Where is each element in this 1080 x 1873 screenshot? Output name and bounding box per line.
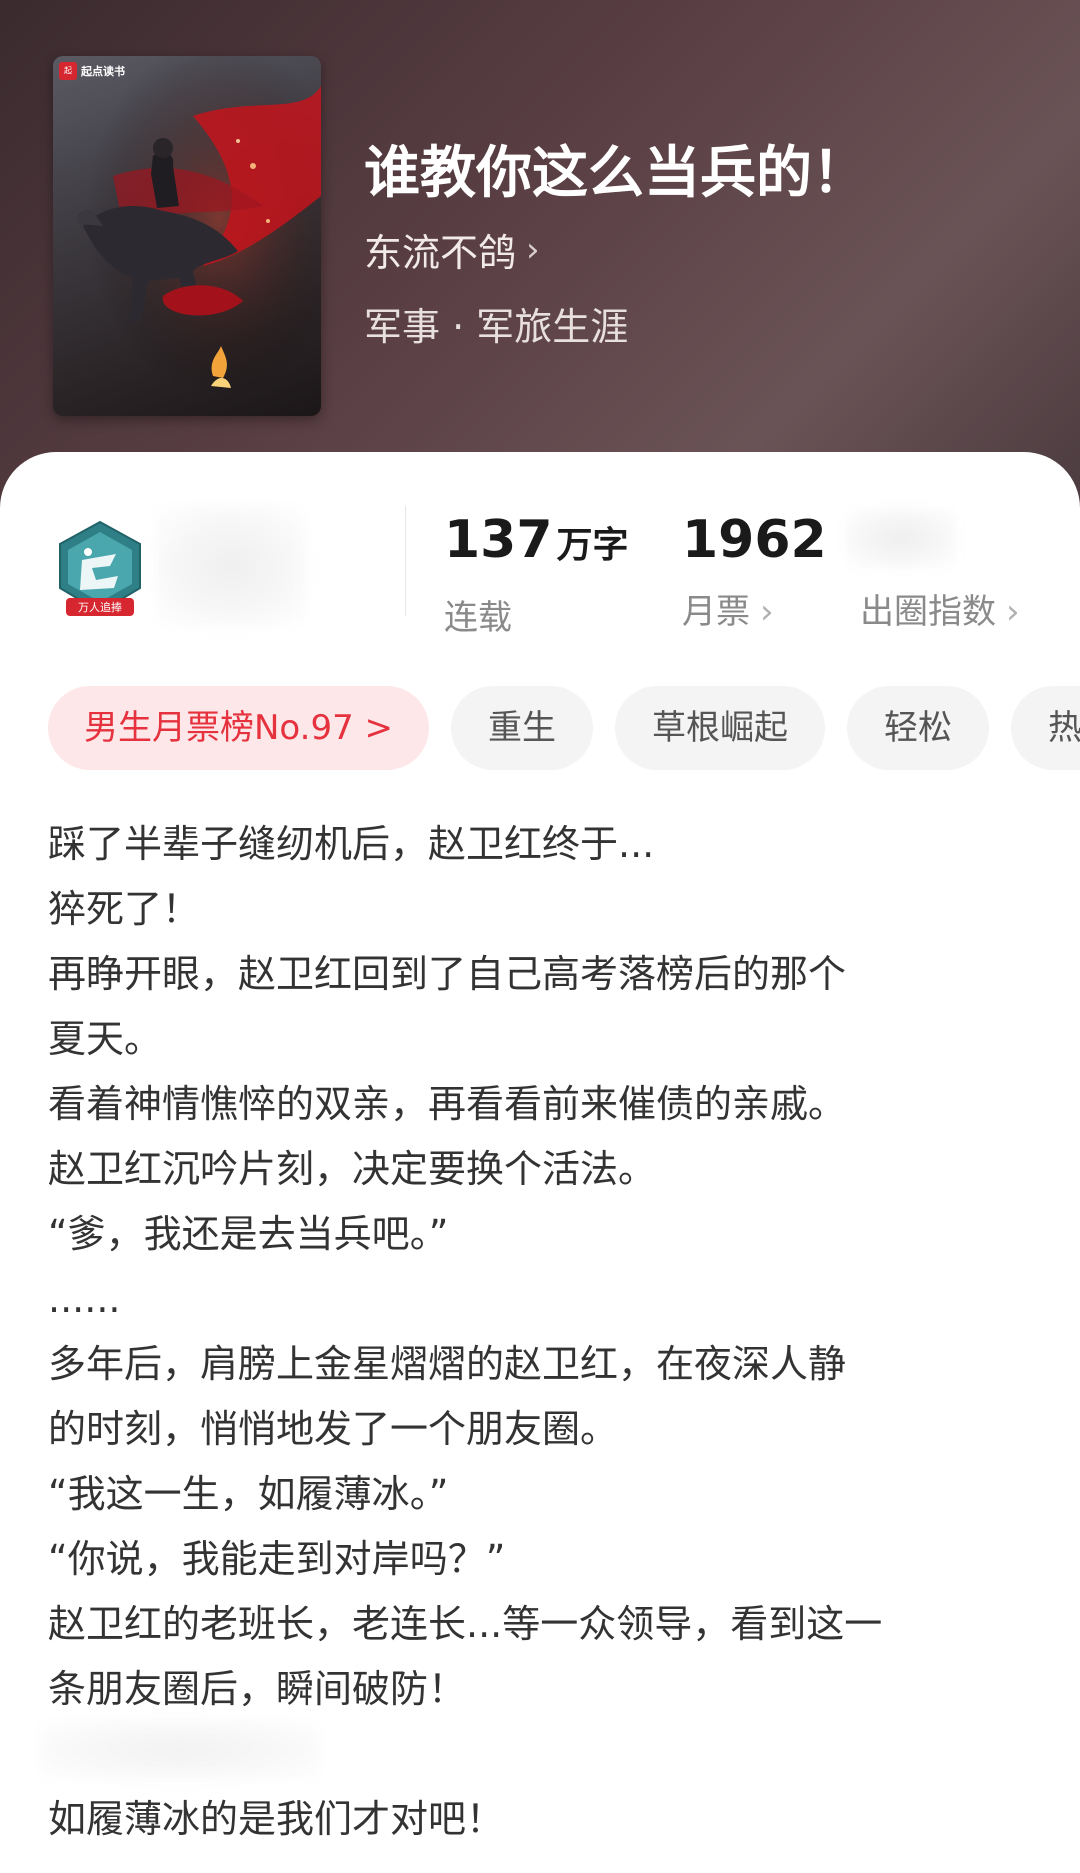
description-line: 猝死了！ (48, 887, 201, 931)
book-cover[interactable]: 起 起点读书 (53, 56, 321, 416)
tag-rank[interactable]: 男生月票榜No.97 > (48, 686, 430, 770)
tag-list: 男生月票榜No.97 > 重生 草根崛起 轻松热 (48, 686, 1080, 770)
book-description: 踩了半辈子缝纫机后，赵卫红终于... 猝死了！ 再睁开眼，赵卫红回到了自己高考落… (48, 812, 1038, 1852)
cover-brand-text: 起点读书 (81, 65, 125, 78)
description-line: 赵卫红沉吟片刻，决定要换个活法。 (48, 1147, 657, 1191)
blurred-region (156, 506, 306, 626)
stat-index-label-row: 出圈指数 › (860, 584, 1020, 633)
stat-words-unit: 万字 (556, 525, 629, 566)
stat-index-label: 出圈指数 (860, 592, 996, 632)
chevron-right-icon: › (1006, 592, 1020, 632)
book-category: 军事 · 军旅生涯 (364, 305, 629, 349)
cover-artwork (53, 56, 321, 416)
stat-votes-label: 月票 (682, 592, 750, 632)
description-line: 踩了半辈子缝纫机后，赵卫红终于... (48, 822, 655, 866)
description-line: 夏天。 (48, 1017, 163, 1061)
chevron-right-icon: › (526, 229, 540, 270)
tag-item[interactable]: 轻松 (847, 686, 990, 770)
tag-item[interactable]: 草根崛起 (615, 686, 826, 770)
stat-words-value: 137 万字 (444, 510, 629, 570)
cover-brand: 起 起点读书 (59, 62, 125, 80)
author-name: 东流不鸽 (364, 231, 517, 275)
blurred-region (40, 1720, 320, 1780)
tag-item[interactable]: 热 (1011, 686, 1080, 770)
stat-votes-value: 1962 (682, 510, 827, 570)
badge-label: 万人追捧 (78, 600, 122, 614)
book-title: 谁教你这么当兵的！ (364, 140, 868, 206)
author-link[interactable]: 东流不鸽 › (364, 222, 540, 277)
stats-divider (405, 506, 406, 616)
fan-badge[interactable]: 万人追捧 (52, 518, 148, 630)
badge-icon: 万人追捧 (59, 520, 141, 616)
description-line: 看着神情憔悴的双亲，再看看前来催债的亲戚。 (48, 1082, 847, 1126)
description-line: 条朋友圈后，瞬间破防！ (48, 1667, 467, 1711)
description-line: “爹，我还是去当兵吧。” (48, 1212, 449, 1256)
description-line: 多年后，肩膀上金星熠熠的赵卫红，在夜深人静 (48, 1342, 847, 1386)
tag-item[interactable]: 重生 (451, 686, 594, 770)
description-line: 赵卫红的老班长，老连长...等一众领导，看到这一 (48, 1602, 883, 1646)
stat-index[interactable]: 出圈指数 › (860, 510, 1020, 633)
brand-logo-icon: 起 (59, 62, 77, 80)
stat-words: 137 万字 连载 (444, 510, 629, 639)
book-header: 起 起点读书 谁教你这么当兵的！ 东流不鸽 › 军事 · 军旅生涯 (0, 0, 1080, 520)
description-line: 如履薄冰的是我们才对吧！ (48, 1797, 505, 1841)
description-line: 的时刻，悄悄地发了一个朋友圈。 (48, 1407, 619, 1451)
description-line: 再睁开眼，赵卫红回到了自己高考落榜后的那个 (48, 952, 847, 996)
stat-words-label: 连载 (444, 598, 512, 638)
description-line: “你说，我能走到对岸吗？” (48, 1537, 506, 1581)
stat-monthly-votes[interactable]: 1962 月票 › (682, 510, 827, 633)
description-line: ...... (48, 1277, 121, 1321)
stat-index-value (860, 510, 1020, 570)
stat-votes-label-row: 月票 › (682, 584, 827, 633)
description-line: “我这一生，如履薄冰。” (48, 1472, 449, 1516)
chevron-right-icon: › (760, 592, 774, 632)
